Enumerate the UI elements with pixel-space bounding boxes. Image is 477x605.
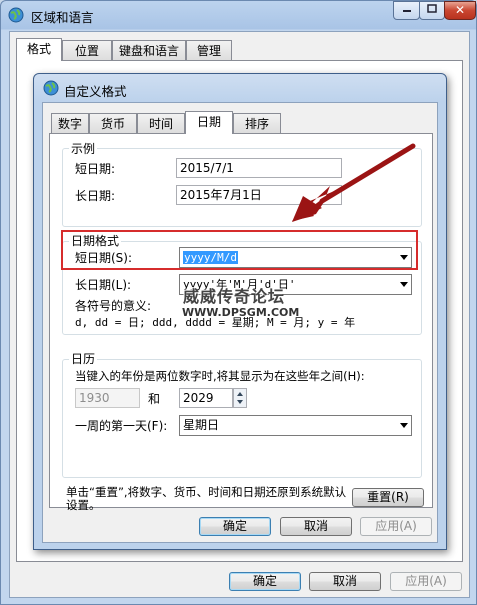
tab-time[interactable]: 时间 [137,113,185,134]
dialog-title: 自定义格式 [64,84,127,99]
dialog-ok-button[interactable]: 确定 [199,517,271,536]
chevron-down-icon [400,423,408,428]
close-icon: ✕ [454,3,466,17]
apply-button: 应用(A) [390,572,462,591]
and-label: 和 [148,392,161,406]
tab-administration[interactable]: 管理 [186,40,232,61]
tab-date[interactable]: 日期 [185,111,233,134]
maximize-icon [427,4,437,13]
dialog-cancel-button[interactable]: 取消 [280,517,352,536]
first-day-label: 一周的第一天(F): [75,419,168,433]
short-date-example-value: 2015/7/1 [176,158,342,178]
tab-sorting[interactable]: 排序 [233,113,281,134]
close-button[interactable]: ✕ [444,1,476,20]
minimize-button[interactable] [393,1,420,20]
watermark-title: 威威传奇论坛 [183,287,286,306]
long-date-example-label: 长日期: [75,189,116,203]
calendar-legend: 日历 [69,350,98,367]
dialog-apply-button: 应用(A) [360,517,432,536]
minimize-icon [402,10,411,12]
globe-icon [43,80,59,96]
tab-numbers[interactable]: 数字 [51,113,89,134]
maximize-button[interactable] [419,1,445,20]
reset-description: 单击“重置”,将数字、货币、时间和日期还原到系统默认设置。 [66,485,347,512]
cancel-button[interactable]: 取消 [309,572,381,591]
tab-keyboard-language[interactable]: 键盘和语言 [112,40,186,61]
dialog-body: 数字 货币 时间 日期 排序 示例 短日期: 2015/7/1 长日期: 201… [42,102,438,543]
first-day-select[interactable]: 星期日 [179,415,412,436]
two-digit-year-text: 当键入的年份是两位数字时,将其显示为在这些年之间(H): [75,369,365,383]
globe-icon [8,7,24,23]
year-spinner[interactable] [233,388,247,408]
long-date-example-value: 2015年7月1日 [176,185,342,205]
tab-location[interactable]: 位置 [62,40,112,61]
tab-currency[interactable]: 货币 [89,113,137,134]
date-tab-panel: 示例 短日期: 2015/7/1 长日期: 2015年7月1日 日期格式 短日期… [49,133,433,512]
spinner-arrows-icon [237,392,243,404]
first-day-value: 星期日 [183,418,220,432]
watermark-url: WWW.DPSGM.COM [182,306,300,319]
long-date-label: 长日期(L): [75,278,132,292]
ok-button[interactable]: 确定 [229,572,301,591]
chevron-down-icon [400,282,408,287]
year-from-field: 1930 [75,388,140,408]
example-legend: 示例 [69,140,98,157]
reset-button[interactable]: 重置(R) [352,488,424,507]
highlight-box [61,230,418,270]
short-date-example-label: 短日期: [75,162,116,176]
tab-format[interactable]: 格式 [16,38,62,61]
symbols-meaning-label: 各符号的意义: [75,299,152,313]
year-to-field[interactable]: 2029 [179,388,233,408]
window-title: 区域和语言 [31,10,94,25]
